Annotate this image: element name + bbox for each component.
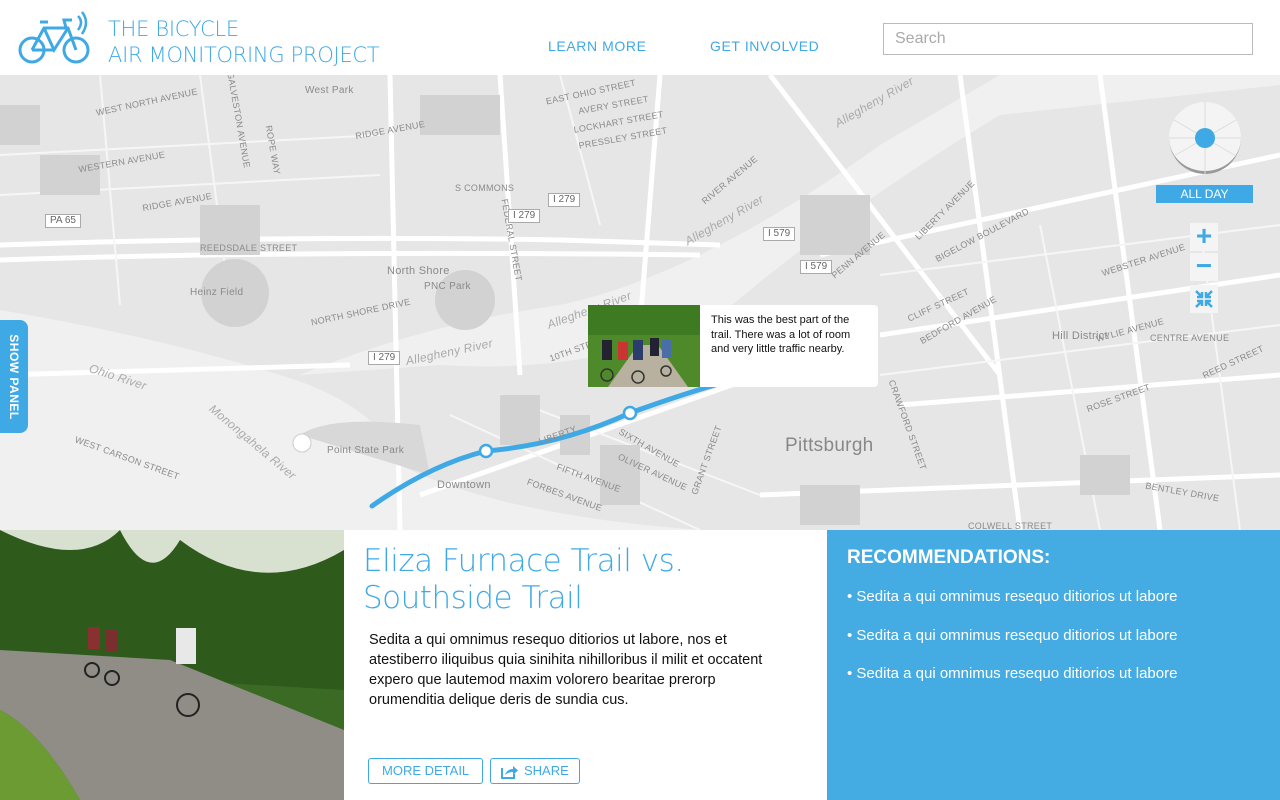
collapse-button[interactable] (1190, 285, 1218, 313)
article-title: Eliza Furnace Trail vs. Southside Trail (363, 543, 684, 616)
place-label: Point State Park (327, 445, 405, 456)
site-title[interactable]: THE BICYCLE AIR MONITORING PROJECT (108, 16, 380, 68)
collapse-arrows-icon (1195, 290, 1213, 308)
plus-icon: + (1195, 220, 1213, 251)
list-item: • Sedita a qui omnimus resequo ditiorios… (847, 626, 1178, 644)
recommendations-list: • Sedita a qui omnimus resequo ditiorios… (847, 588, 1177, 704)
zoom-out-button[interactable]: − (1190, 250, 1218, 281)
street-label: COLWELL STREET (968, 521, 1053, 530)
highway-shield: I 279 (548, 193, 581, 207)
nav-learn-more[interactable]: LEARN MORE (548, 38, 647, 54)
zoom-in-button[interactable]: + (1190, 220, 1218, 251)
popup-cyclists-photo (588, 305, 700, 387)
place-label: Hill District (1052, 330, 1108, 342)
time-of-day-dial[interactable] (1169, 102, 1241, 174)
place-label: Downtown (437, 479, 491, 491)
popup-text: This was the best part of the trail. The… (711, 314, 851, 355)
route-start-marker (292, 433, 312, 453)
share-button[interactable]: SHARE (490, 758, 580, 784)
place-label: North Shore (387, 265, 450, 277)
place-label: Heinz Field (190, 287, 244, 298)
highway-shield: I 279 (508, 209, 541, 223)
map[interactable]: WEST NORTH AVENUE RIDGE AVENUE WESTERN A… (0, 75, 1280, 530)
recommendations-title: RECOMMENDATIONS: (847, 547, 1051, 568)
trail-photo (0, 530, 344, 800)
minus-icon: − (1195, 250, 1213, 281)
article-body: Sedita a qui omnimus resequo ditiorios u… (369, 632, 763, 708)
street-label: REEDSDALE STREET (200, 243, 298, 253)
time-filter-button[interactable]: ALL DAY (1156, 185, 1253, 203)
highway-shield: I 579 (800, 260, 833, 274)
search-input[interactable] (883, 23, 1253, 55)
article-panel: Eliza Furnace Trail vs. Southside Trail … (344, 530, 827, 800)
dial-handle (1195, 128, 1215, 148)
show-panel-tab[interactable]: SHOW PANEL (0, 320, 28, 433)
nav-get-involved[interactable]: GET INVOLVED (710, 38, 819, 54)
title-line-2: AIR MONITORING PROJECT (108, 43, 380, 67)
highway-shield: I 579 (763, 227, 796, 241)
highway-shield: PA 65 (45, 214, 81, 228)
highway-shield: I 279 (368, 351, 401, 365)
share-icon (501, 765, 518, 779)
city-label: Pittsburgh (785, 435, 874, 456)
bicycle-logo-icon (18, 11, 90, 64)
more-detail-label: MORE DETAIL (382, 763, 470, 778)
share-label: SHARE (524, 763, 569, 778)
more-detail-button[interactable]: MORE DETAIL (368, 758, 484, 784)
recommendations-panel: RECOMMENDATIONS: • Sedita a qui omnimus … (827, 530, 1280, 800)
dial-segments-icon (1169, 102, 1241, 174)
title-line-1: THE BICYCLE (108, 17, 239, 41)
list-item: • Sedita a qui omnimus resequo ditiorios… (847, 588, 1178, 605)
route-waypoint (478, 443, 494, 459)
route-waypoint (622, 405, 638, 421)
place-label: West Park (305, 85, 354, 96)
list-item: • Sedita a qui omnimus resequo ditiorios… (847, 665, 1178, 682)
street-label: S COMMONS (455, 183, 515, 193)
street-label: CENTRE AVENUE (1150, 333, 1230, 343)
header: THE BICYCLE AIR MONITORING PROJECT LEARN… (0, 0, 1280, 75)
show-panel-label: SHOW PANEL (7, 333, 21, 420)
place-label: PNC Park (424, 281, 471, 292)
